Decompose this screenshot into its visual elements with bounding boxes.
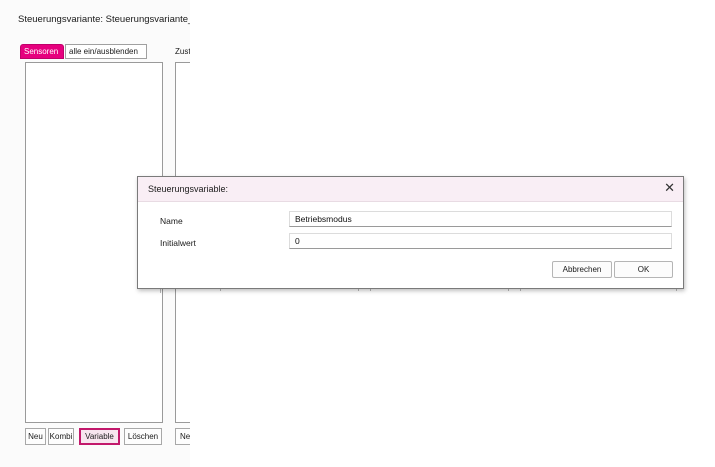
tab-sensoren[interactable]: Sensoren — [20, 44, 64, 59]
initial-value-label: Initialwert — [160, 238, 196, 248]
toggle-all-button[interactable]: alle ein/ausblenden — [65, 44, 147, 59]
window-title: Steuerungsvariante: Steuerungsvariante_ — [18, 14, 190, 25]
new-button-second[interactable]: Ne — [175, 428, 190, 445]
close-icon[interactable]: ✕ — [664, 181, 675, 195]
delete-button[interactable]: Löschen — [124, 428, 162, 445]
initial-value-input[interactable] — [289, 233, 672, 249]
new-button[interactable]: Neu — [25, 428, 46, 445]
second-panel-header: Zust — [175, 47, 190, 56]
steuerungsvariable-dialog: Steuerungsvariable: ✕ Name Initialwert A… — [137, 176, 684, 289]
variable-button[interactable]: Variable — [79, 428, 120, 445]
name-label: Name — [160, 216, 183, 226]
cancel-button[interactable]: Abbrechen — [552, 261, 612, 278]
dialog-titlebar: Steuerungsvariable: ✕ — [138, 177, 683, 202]
dialog-title: Steuerungsvariable: — [148, 184, 229, 194]
name-input[interactable] — [289, 211, 672, 227]
combi-button[interactable]: Kombi — [48, 428, 74, 445]
ok-button[interactable]: OK — [614, 261, 673, 278]
